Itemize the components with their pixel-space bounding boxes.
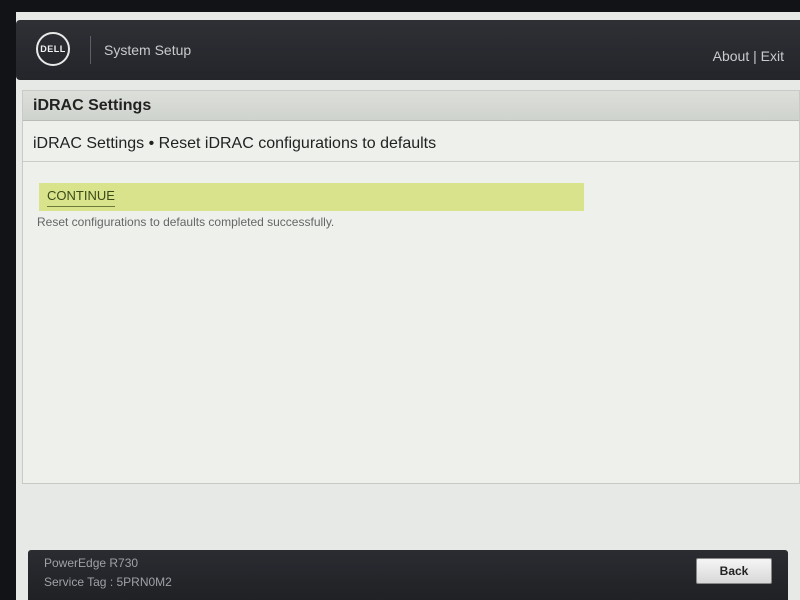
panel-title: iDRAC Settings	[23, 91, 799, 121]
continue-button[interactable]: CONTINUE	[47, 188, 115, 207]
app-title: System Setup	[104, 42, 192, 58]
exit-link[interactable]: Exit	[761, 48, 784, 64]
back-button[interactable]: Back	[696, 558, 772, 584]
link-separator: |	[753, 48, 757, 64]
service-tag: Service Tag : 5PRN0M2	[44, 575, 172, 589]
footer-bar: PowerEdge R730 Service Tag : 5PRN0M2 Bac…	[28, 550, 788, 600]
status-message: Reset configurations to defaults complet…	[37, 215, 335, 229]
system-model: PowerEdge R730	[44, 556, 139, 570]
about-link[interactable]: About	[713, 48, 750, 64]
continue-row[interactable]: CONTINUE	[39, 183, 584, 211]
settings-panel: iDRAC Settings iDRAC Settings • Reset iD…	[22, 90, 800, 484]
dell-logo-icon: DELL	[36, 32, 70, 66]
breadcrumb: iDRAC Settings • Reset iDRAC configurati…	[33, 135, 437, 152]
topbar-divider	[90, 36, 91, 64]
top-bar: DELL System Setup About | Exit	[16, 20, 800, 80]
top-links: About | Exit	[713, 48, 784, 64]
system-setup-screen: DELL System Setup About | Exit iDRAC Set…	[16, 12, 800, 600]
breadcrumb-divider	[23, 161, 799, 162]
